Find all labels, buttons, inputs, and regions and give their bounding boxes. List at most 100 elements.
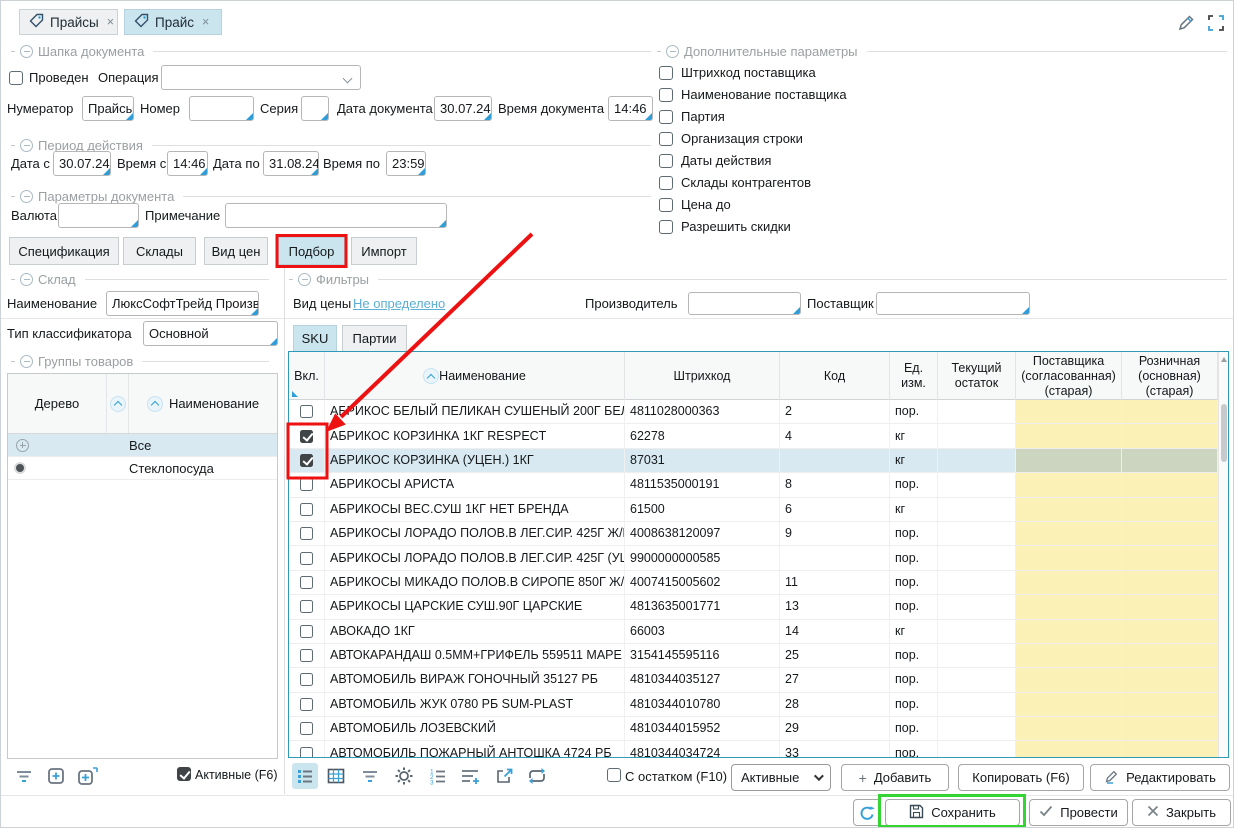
row-checkbox[interactable] xyxy=(300,600,313,613)
extra-param-row[interactable]: Наименование поставщика xyxy=(659,86,847,103)
table-row[interactable]: АБРИКОСЫ ЛОРАДО ПОЛОВ.В ЛЕГ.СИР. 425Г Ж/… xyxy=(289,522,1228,546)
row-checkbox[interactable] xyxy=(300,527,313,540)
extra-param-row[interactable]: Цена до xyxy=(659,196,731,213)
row-checkbox[interactable] xyxy=(300,454,313,467)
extra-param-row[interactable]: Организация строки xyxy=(659,130,803,147)
collapse-icon[interactable] xyxy=(298,273,311,286)
tab-vid-cen[interactable]: Вид цен xyxy=(204,237,268,265)
table-row[interactable]: АВТОМОБИЛЬ ВИРАЖ ГОНОЧНЫЙ 35127 РБ 48103… xyxy=(289,668,1228,692)
row-checkbox[interactable] xyxy=(300,478,313,491)
row-include-cell[interactable] xyxy=(289,717,325,740)
tree-col-derevo[interactable]: Дерево xyxy=(8,374,107,433)
row-checkbox[interactable] xyxy=(300,430,313,443)
tree-row[interactable]: Все xyxy=(8,434,277,457)
col-include[interactable]: Вкл. xyxy=(289,352,325,400)
col-code[interactable]: Код xyxy=(780,352,890,400)
table-row[interactable]: АБРИКОСЫ ЦАРСКИЕ СУШ.90Г ЦАРСКИЕ 4813635… xyxy=(289,595,1228,619)
row-include-cell[interactable] xyxy=(289,498,325,521)
price-type-link[interactable]: Не определено xyxy=(353,291,445,316)
numerator-field[interactable]: Прайсы xyxy=(82,96,134,121)
table-row[interactable]: АБРИКОСЫ ЛОРАДО ПОЛОВ.В ЛЕГ.СИР. 425Г (У… xyxy=(289,546,1228,570)
tab-sklady[interactable]: Склады xyxy=(123,237,196,265)
row-checkbox[interactable] xyxy=(300,503,313,516)
row-include-cell[interactable] xyxy=(289,546,325,569)
table-row[interactable]: АВТОМОБИЛЬ ПОЖАРНЫЙ АНТОШКА 4724 РБ 4810… xyxy=(289,741,1228,758)
row-include-cell[interactable] xyxy=(289,644,325,667)
note-field[interactable] xyxy=(225,203,447,228)
row-checkbox[interactable] xyxy=(300,673,313,686)
collapse-icon[interactable] xyxy=(20,273,33,286)
edit-button[interactable]: Редактировать xyxy=(1090,764,1230,791)
collapse-icon[interactable] xyxy=(20,45,33,58)
col-supplier-price[interactable]: Поставщика (согласованная) (старая) xyxy=(1016,352,1122,400)
add-icon[interactable] xyxy=(43,763,69,789)
date-to-field[interactable]: 31.08.24 xyxy=(263,151,319,176)
table-row[interactable]: АВТОМОБИЛЬ ЛОЗЕВСКИЙ 4810344015952 29 по… xyxy=(289,717,1228,741)
col-retail-price[interactable]: Розничная (основная) (старая) xyxy=(1122,352,1218,400)
table-row[interactable]: АБРИКОСЫ МИКАДО ПОЛОВ.В СИРОПЕ 850Г Ж/Б … xyxy=(289,571,1228,595)
expand-plus-icon[interactable] xyxy=(16,439,29,452)
supplier-field[interactable] xyxy=(876,292,1030,315)
tab-podbor[interactable]: Подбор xyxy=(278,237,345,265)
maximize-icon[interactable] xyxy=(1205,12,1227,34)
proveden-checkbox[interactable] xyxy=(9,71,23,85)
table-row[interactable]: АВОКАДО 1КГ 66003 14 кг xyxy=(289,620,1228,644)
warehouse-name-field[interactable]: ЛюксСофтТрейд Произв xyxy=(106,291,259,316)
copy-button[interactable]: Копировать (F6) xyxy=(958,764,1084,791)
collapse-icon[interactable] xyxy=(666,45,679,58)
collapse-icon[interactable] xyxy=(20,355,33,368)
collapse-icon[interactable] xyxy=(20,139,33,152)
tab-partii[interactable]: Партии xyxy=(342,325,407,352)
tree-row[interactable]: Стеклопосуда xyxy=(8,457,277,480)
add-button[interactable]: + Добавить xyxy=(841,764,949,791)
number-field[interactable] xyxy=(189,96,254,121)
row-checkbox[interactable] xyxy=(300,698,313,711)
filter-icon[interactable] xyxy=(357,763,383,789)
date-from-field[interactable]: 30.07.24 xyxy=(53,151,111,176)
row-include-cell[interactable] xyxy=(289,620,325,643)
vertical-scrollbar[interactable] xyxy=(1218,352,1228,757)
list-view-icon[interactable] xyxy=(292,763,318,789)
row-include-cell[interactable] xyxy=(289,522,325,545)
manufacturer-field[interactable] xyxy=(688,292,801,315)
tree-col-name[interactable]: Наименование xyxy=(129,374,277,433)
row-include-cell[interactable] xyxy=(289,424,325,447)
row-checkbox[interactable] xyxy=(300,405,313,418)
close-icon[interactable]: × xyxy=(202,15,209,29)
col-stock[interactable]: Текущий остаток xyxy=(938,352,1016,400)
checkbox-icon[interactable] xyxy=(659,176,673,190)
scroll-up-icon[interactable] xyxy=(1221,357,1227,362)
extra-param-row[interactable]: Склады контрагентов xyxy=(659,174,811,191)
table-row[interactable]: АБРИКОС КОРЗИНКА 1КГ RESPECT 62278 4 кг xyxy=(289,424,1228,448)
row-checkbox[interactable] xyxy=(300,747,313,758)
tab-specifikaciya[interactable]: Спецификация xyxy=(9,237,119,265)
save-button[interactable]: Сохранить xyxy=(885,799,1020,826)
open-external-icon[interactable] xyxy=(491,763,517,789)
add-multiple-icon[interactable] xyxy=(75,763,101,789)
row-include-cell[interactable] xyxy=(289,449,325,472)
edit-pencil-icon[interactable] xyxy=(1175,12,1197,34)
status-filter-select[interactable]: Активные xyxy=(731,764,831,791)
active-f6-checkbox[interactable] xyxy=(177,767,191,781)
operation-select[interactable] xyxy=(161,65,361,90)
row-include-cell[interactable] xyxy=(289,473,325,496)
app-tab-prais[interactable]: Прайс × xyxy=(124,9,222,35)
extra-param-row[interactable]: Штрихкод поставщика xyxy=(659,64,816,81)
row-checkbox[interactable] xyxy=(300,552,313,565)
collapse-icon[interactable] xyxy=(20,190,33,203)
sort-asc-icon[interactable] xyxy=(147,396,163,412)
table-row[interactable]: АВТОКАРАНДАШ 0.5ММ+ГРИФЕЛЬ 559511 МАРЕ 3… xyxy=(289,644,1228,668)
checkbox-icon[interactable] xyxy=(659,198,673,212)
doc-time-field[interactable]: 14:46 xyxy=(608,96,653,121)
table-row[interactable]: АВТОМОБИЛЬ ЖУК 0780 РБ SUM-PLAST 4810344… xyxy=(289,693,1228,717)
time-from-field[interactable]: 14:46 xyxy=(167,151,208,176)
col-name[interactable]: Наименование xyxy=(325,352,625,400)
row-include-cell[interactable] xyxy=(289,571,325,594)
extra-param-row[interactable]: Разрешить скидки xyxy=(659,218,791,235)
sort-asc-icon[interactable] xyxy=(423,368,439,384)
time-to-field[interactable]: 23:59 xyxy=(386,151,426,176)
scroll-thumb[interactable] xyxy=(1221,404,1227,462)
checkbox-icon[interactable] xyxy=(659,132,673,146)
tree-col-sort[interactable] xyxy=(107,374,129,433)
table-row[interactable]: АБРИКОСЫ АРИСТА 4811535000191 8 пор. xyxy=(289,473,1228,497)
